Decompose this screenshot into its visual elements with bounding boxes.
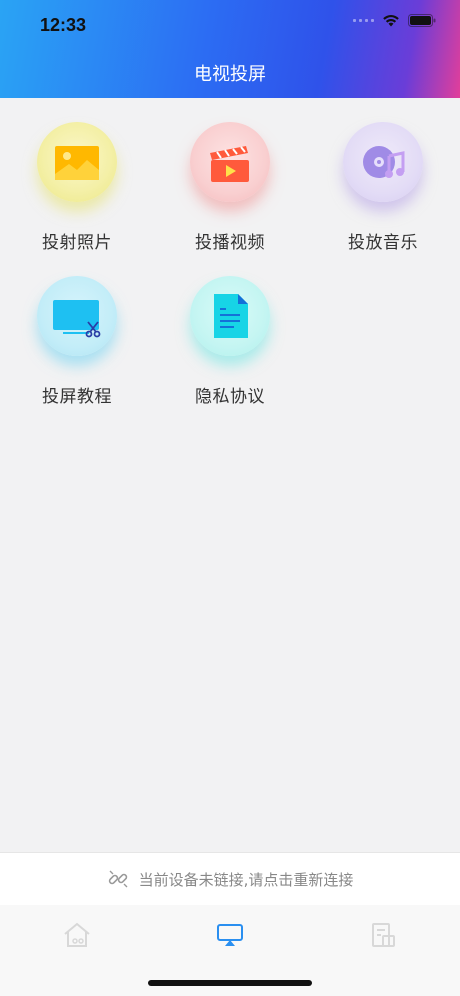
- cellular-signal-icon: [353, 19, 374, 22]
- wifi-icon: [383, 15, 399, 27]
- feature-label: 投射照片: [42, 233, 112, 253]
- cast-icon: [217, 924, 243, 946]
- home-icon: [64, 922, 90, 947]
- document-icon: [190, 276, 270, 356]
- tab-files[interactable]: [363, 915, 403, 955]
- photo-icon: [37, 122, 117, 202]
- home-indicator: [148, 980, 312, 986]
- music-disc-icon: [343, 122, 423, 202]
- feature-label: 投播视频: [195, 233, 265, 253]
- files-icon: [372, 923, 395, 947]
- video-clapper-icon: [190, 122, 270, 202]
- reconnect-bar[interactable]: 当前设备未链接,请点击重新连接: [0, 852, 460, 906]
- status-time: 12:33: [40, 15, 87, 35]
- screen-tutorial-icon: [37, 276, 117, 356]
- header-bar: 12:33 电视投屏: [0, 0, 460, 98]
- feature-music[interactable]: 投放音乐: [323, 122, 443, 253]
- feature-photo[interactable]: 投射照片: [17, 122, 137, 253]
- feature-label: 投放音乐: [348, 233, 418, 253]
- feature-tutorial[interactable]: 投屏教程: [17, 276, 137, 407]
- feature-label: 隐私协议: [195, 387, 265, 407]
- tab-cast[interactable]: [210, 915, 250, 955]
- status-indicators: [353, 14, 436, 27]
- feature-video[interactable]: 投播视频: [170, 122, 290, 253]
- tab-home[interactable]: [57, 915, 97, 955]
- link-icon: [108, 870, 128, 888]
- page-title: 电视投屏: [194, 64, 266, 85]
- battery-icon: [408, 14, 436, 27]
- feature-privacy[interactable]: 隐私协议: [170, 276, 290, 407]
- screen: 12:33 电视投屏 投射照片 投播视频 投放音乐 投屏教程 隐私协议 当前设备…: [0, 0, 460, 996]
- feature-label: 投屏教程: [42, 387, 112, 407]
- connection-message: 当前设备未链接,请点击重新连接: [138, 870, 354, 889]
